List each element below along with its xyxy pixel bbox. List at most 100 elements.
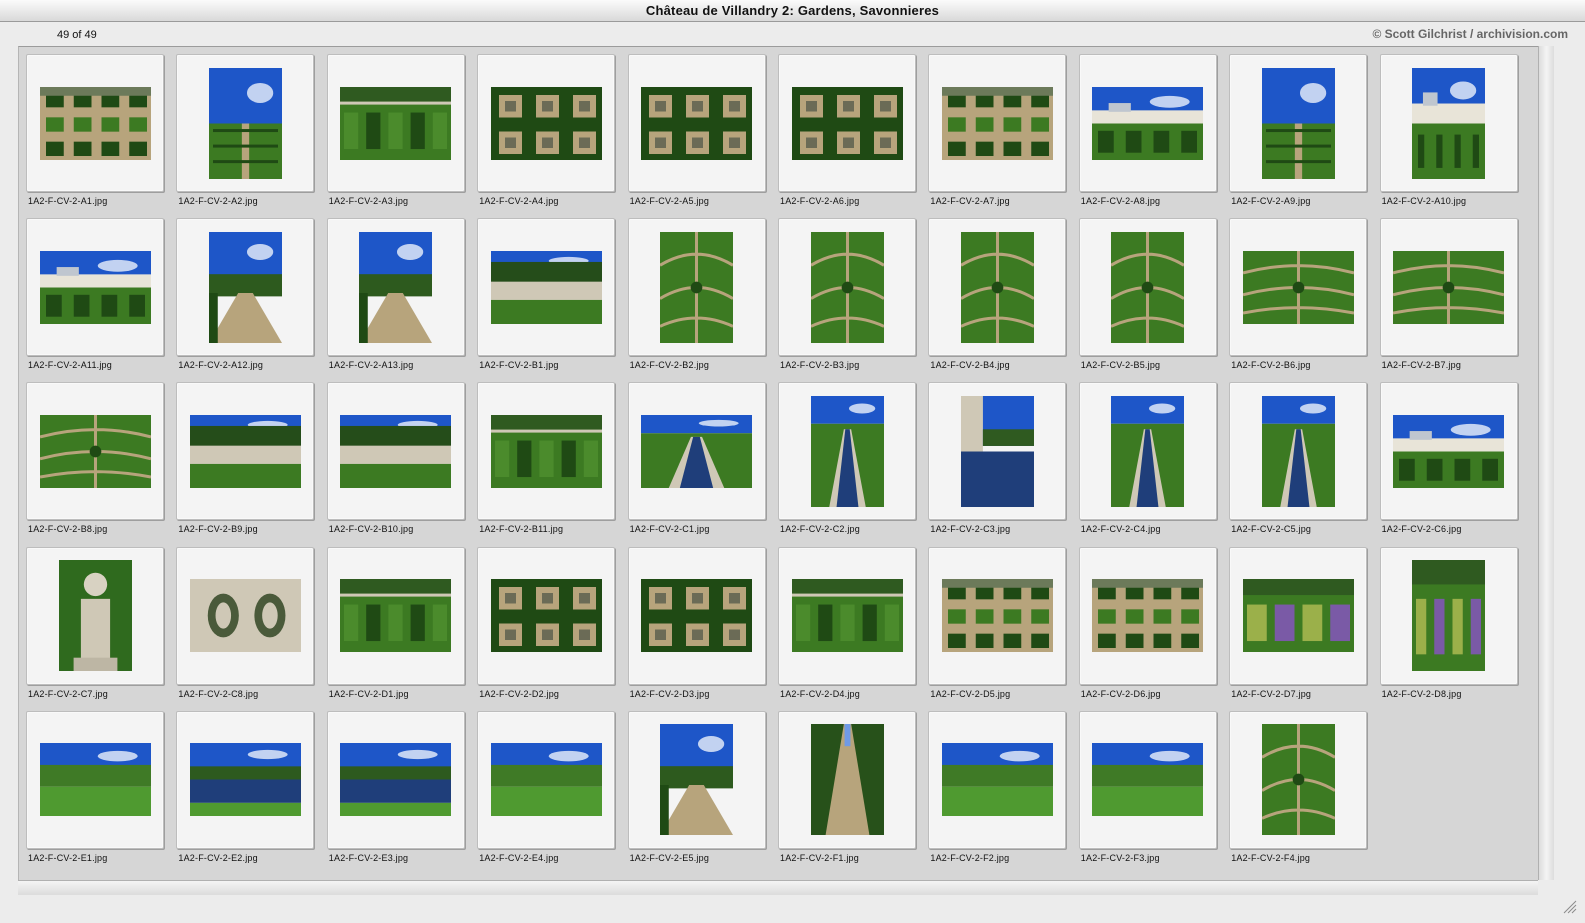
slide-frame[interactable] xyxy=(326,546,465,685)
horizontal-scrollbar[interactable] xyxy=(18,880,1538,895)
thumbnail-image[interactable] xyxy=(490,579,602,653)
slide-frame[interactable] xyxy=(26,546,164,685)
thumbnail-cell[interactable]: 1A2-F-CV-2-E1.jpg xyxy=(20,705,170,867)
thumbnail-image[interactable] xyxy=(960,231,1034,343)
thumbnail-cell[interactable]: 1A2-F-CV-2-C4.jpg xyxy=(1073,376,1223,538)
thumbnail-image[interactable] xyxy=(340,743,452,817)
thumbnail-cell[interactable]: 1A2-F-CV-2-A3.jpg xyxy=(321,48,471,210)
thumbnail-image[interactable] xyxy=(1261,395,1335,507)
vertical-scrollbar[interactable] xyxy=(1538,46,1554,880)
slide-frame[interactable] xyxy=(477,382,616,521)
thumbnail-image[interactable] xyxy=(1412,67,1486,179)
slide-frame[interactable] xyxy=(627,710,766,849)
thumbnail-image[interactable] xyxy=(660,724,734,836)
slide-frame[interactable] xyxy=(627,382,766,521)
thumbnail-image[interactable] xyxy=(1092,743,1204,817)
slide-frame[interactable] xyxy=(477,710,616,849)
thumbnail-image[interactable] xyxy=(791,579,903,653)
slide-frame[interactable] xyxy=(1229,710,1368,849)
thumbnail-cell[interactable]: 1A2-F-CV-2-A11.jpg xyxy=(20,212,170,374)
thumbnail-cell[interactable]: 1A2-F-CV-2-D1.jpg xyxy=(321,541,471,703)
thumbnail-image[interactable] xyxy=(641,414,753,488)
slide-frame[interactable] xyxy=(1078,710,1217,849)
slide-frame[interactable] xyxy=(176,54,315,192)
thumbnail-image[interactable] xyxy=(641,86,753,160)
slide-frame[interactable] xyxy=(26,218,164,357)
thumbnail-image[interactable] xyxy=(39,86,151,160)
thumbnail-image[interactable] xyxy=(641,579,753,653)
thumbnail-image[interactable] xyxy=(1111,395,1185,507)
slide-frame[interactable] xyxy=(1078,54,1217,192)
thumbnail-cell[interactable]: 1A2-F-CV-2-C6.jpg xyxy=(1374,376,1524,538)
slide-frame[interactable] xyxy=(627,54,766,192)
thumbnail-cell[interactable]: 1A2-F-CV-2-A12.jpg xyxy=(170,212,320,374)
thumbnail-image[interactable] xyxy=(1092,579,1204,653)
thumbnail-cell[interactable]: 1A2-F-CV-2-A8.jpg xyxy=(1073,48,1223,210)
thumbnail-image[interactable] xyxy=(39,414,151,488)
thumbnail-cell[interactable]: 1A2-F-CV-2-A9.jpg xyxy=(1223,48,1373,210)
slide-frame[interactable] xyxy=(477,218,616,357)
thumbnail-image[interactable] xyxy=(340,86,452,160)
thumbnail-cell[interactable]: 1A2-F-CV-2-A7.jpg xyxy=(922,48,1072,210)
thumbnail-cell[interactable]: 1A2-F-CV-2-B11.jpg xyxy=(471,376,621,538)
thumbnail-image[interactable] xyxy=(660,231,734,343)
slide-frame[interactable] xyxy=(26,382,164,521)
slide-frame[interactable] xyxy=(1229,382,1368,521)
slide-frame[interactable] xyxy=(1078,382,1217,521)
thumbnail-cell[interactable]: 1A2-F-CV-2-C8.jpg xyxy=(170,541,320,703)
slide-frame[interactable] xyxy=(26,54,164,192)
thumbnail-image[interactable] xyxy=(340,414,452,488)
slide-frame[interactable] xyxy=(326,218,465,357)
slide-frame[interactable] xyxy=(326,382,465,521)
thumbnail-cell[interactable]: 1A2-F-CV-2-C1.jpg xyxy=(622,376,772,538)
thumbnail-image[interactable] xyxy=(340,579,452,653)
thumbnail-image[interactable] xyxy=(208,67,282,179)
slide-frame[interactable] xyxy=(778,382,916,521)
thumbnail-image[interactable] xyxy=(1242,579,1354,653)
thumbnail-cell[interactable]: 1A2-F-CV-2-B7.jpg xyxy=(1374,212,1524,374)
thumbnail-cell[interactable]: 1A2-F-CV-2-D8.jpg xyxy=(1374,541,1524,703)
thumbnail-image[interactable] xyxy=(1261,67,1335,179)
slide-frame[interactable] xyxy=(326,54,465,192)
slide-frame[interactable] xyxy=(26,710,164,849)
thumbnail-image[interactable] xyxy=(1092,86,1204,160)
thumbnail-image[interactable] xyxy=(58,560,132,672)
slide-frame[interactable] xyxy=(627,218,766,357)
thumbnail-cell[interactable]: 1A2-F-CV-2-E4.jpg xyxy=(471,705,621,867)
thumbnail-image[interactable] xyxy=(810,724,884,836)
thumbnail-cell[interactable]: 1A2-F-CV-2-B4.jpg xyxy=(922,212,1072,374)
thumbnail-cell[interactable]: 1A2-F-CV-2-D2.jpg xyxy=(471,541,621,703)
thumbnail-image[interactable] xyxy=(941,743,1053,817)
thumbnail-cell[interactable]: 1A2-F-CV-2-A4.jpg xyxy=(471,48,621,210)
thumbnail-cell[interactable]: 1A2-F-CV-2-F3.jpg xyxy=(1073,705,1223,867)
slide-frame[interactable] xyxy=(1379,218,1518,357)
slide-frame[interactable] xyxy=(176,710,315,849)
thumbnail-cell[interactable]: 1A2-F-CV-2-B3.jpg xyxy=(772,212,922,374)
thumbnail-cell[interactable]: 1A2-F-CV-2-D7.jpg xyxy=(1223,541,1373,703)
slide-frame[interactable] xyxy=(1078,218,1217,357)
thumbnail-cell[interactable]: 1A2-F-CV-2-A5.jpg xyxy=(622,48,772,210)
thumbnail-cell[interactable]: 1A2-F-CV-2-B6.jpg xyxy=(1223,212,1373,374)
thumbnail-image[interactable] xyxy=(208,231,282,343)
thumbnail-cell[interactable]: 1A2-F-CV-2-D5.jpg xyxy=(922,541,1072,703)
thumbnail-image[interactable] xyxy=(189,579,301,653)
slide-frame[interactable] xyxy=(1379,546,1518,685)
slide-frame[interactable] xyxy=(176,546,315,685)
thumbnail-image[interactable] xyxy=(189,414,301,488)
thumbnail-cell[interactable]: 1A2-F-CV-2-B9.jpg xyxy=(170,376,320,538)
thumbnail-image[interactable] xyxy=(810,395,884,507)
thumbnail-cell[interactable]: 1A2-F-CV-2-D3.jpg xyxy=(622,541,772,703)
thumbnail-cell[interactable]: 1A2-F-CV-2-F1.jpg xyxy=(772,705,922,867)
slide-frame[interactable] xyxy=(326,710,465,849)
thumbnail-image[interactable] xyxy=(791,86,903,160)
thumbnail-cell[interactable]: 1A2-F-CV-2-A2.jpg xyxy=(170,48,320,210)
slide-frame[interactable] xyxy=(778,54,916,192)
slide-frame[interactable] xyxy=(928,546,1067,685)
thumbnail-image[interactable] xyxy=(39,743,151,817)
thumbnail-image[interactable] xyxy=(1393,414,1505,488)
slide-frame[interactable] xyxy=(1379,54,1518,192)
thumbnail-cell[interactable]: 1A2-F-CV-2-E3.jpg xyxy=(321,705,471,867)
slide-frame[interactable] xyxy=(1229,54,1368,192)
thumbnail-cell[interactable]: 1A2-F-CV-2-B5.jpg xyxy=(1073,212,1223,374)
slide-frame[interactable] xyxy=(1229,546,1368,685)
